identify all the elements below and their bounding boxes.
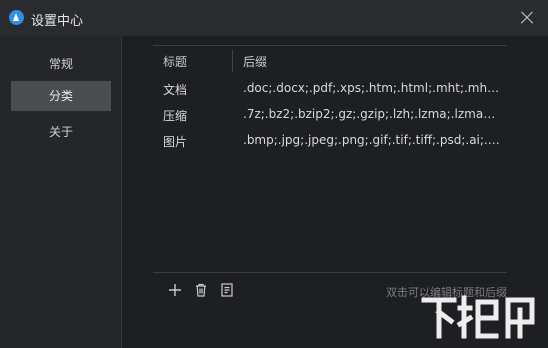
table-row[interactable]: 文档 .doc;.docx;.pdf;.xps;.htm;.html;.mht;… <box>153 77 507 103</box>
row-suffix: .bmp;.jpg;.jpeg;.png;.gif;.tif;.tiff;.ps… <box>243 133 501 147</box>
watermark-logo <box>416 290 544 342</box>
plus-icon[interactable] <box>167 282 183 298</box>
header-suffix[interactable]: 后缀 <box>243 53 267 70</box>
row-title: 压缩 <box>163 109 188 123</box>
header-title[interactable]: 标题 <box>163 53 187 70</box>
category-table: 标题 后缀 文档 .doc;.docx;.pdf;.xps;.htm;.html… <box>153 45 507 309</box>
row-title: 图片 <box>163 135 188 149</box>
document-icon[interactable] <box>219 282 235 298</box>
sidebar-item-general[interactable]: 常规 <box>11 49 111 79</box>
table-row[interactable]: 图片 .bmp;.jpg;.jpeg;.png;.gif;.tif;.tiff;… <box>153 129 507 155</box>
column-divider[interactable] <box>232 50 233 72</box>
trash-icon[interactable] <box>193 282 209 298</box>
sidebar: 常规 分类 关于 <box>0 36 122 348</box>
row-suffix: .7z;.bz2;.bzip2;.gz;.gzip;.lzh;.lzma;.lz… <box>243 107 501 121</box>
sidebar-item-category[interactable]: 分类 <box>11 81 111 111</box>
table-row[interactable]: 压缩 .7z;.bz2;.bzip2;.gz;.gzip;.lzh;.lzma;… <box>153 103 507 129</box>
window-title: 设置中心 <box>31 14 84 29</box>
sidebar-item-about[interactable]: 关于 <box>11 117 111 147</box>
table-header: 标题 后缀 <box>153 46 507 76</box>
title-bar: 设置中心 <box>0 0 548 36</box>
row-suffix: .doc;.docx;.pdf;.xps;.htm;.html;.mht;.mh… <box>243 81 501 95</box>
app-logo-icon <box>9 10 24 25</box>
close-icon[interactable] <box>516 7 538 29</box>
row-title: 文档 <box>163 83 188 97</box>
